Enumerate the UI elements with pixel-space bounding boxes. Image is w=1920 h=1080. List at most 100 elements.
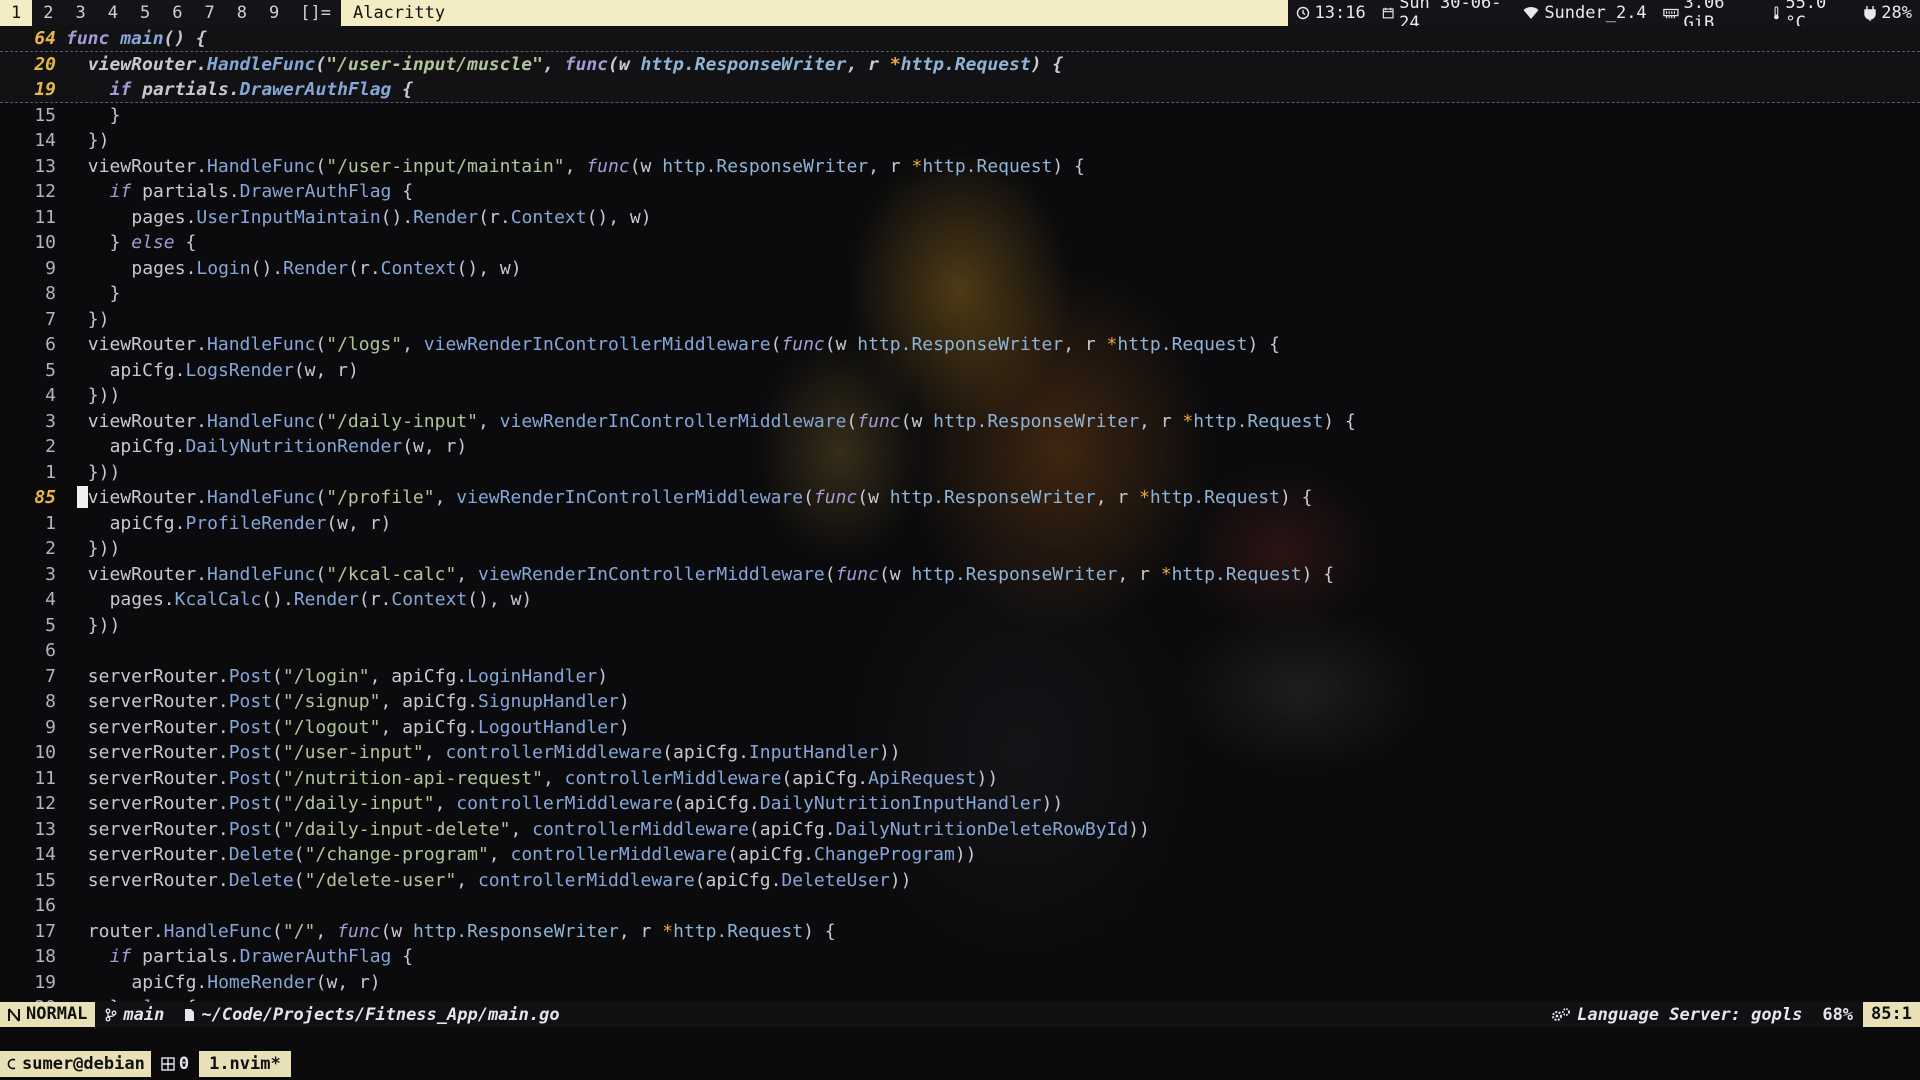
code-line[interactable]: 8} [0,281,1920,306]
workspace-4[interactable]: 4 [97,0,129,26]
code-line[interactable]: 7 serverRouter.Post("/login", apiCfg.Logi… [0,664,1920,689]
code-token: { [391,946,414,967]
code-line[interactable]: 11 pages.UserInputMaintain().Render(r.Con… [0,205,1920,230]
code-token: , r [1063,334,1107,355]
code-line[interactable]: 2 apiCfg.DailyNutritionRender(w, r) [0,434,1920,459]
code-token: (w [857,487,890,508]
code-token: ( [272,767,283,789]
code-token: viewRouter. [87,155,208,177]
workspace-9[interactable]: 9 [258,0,290,26]
line-number: 85 [34,487,56,508]
editor-buffer[interactable]: 64 func main() {20 viewRouter.HandleFunc("… [0,26,1920,1018]
code-line[interactable]: 15 serverRouter.Delete("/delete-user", co… [0,868,1920,893]
code-line[interactable]: 9 serverRouter.Post("/logout", apiCfg.Log… [0,715,1920,740]
battery-widget[interactable]: 28% [1856,3,1920,23]
wifi-widget[interactable]: Sunder_2.4 [1515,3,1654,23]
code-token: , r [618,920,663,942]
memory-icon [1662,8,1679,19]
code-text: pages.KcalCalc().Render(r.Context(), w) [110,587,533,612]
code-line[interactable]: 2})) [0,536,1920,561]
code-text: viewRouter.HandleFunc("/logs", viewRende… [88,332,1280,357]
code-line[interactable]: 11 serverRouter.Post("/nutrition-api-requ… [0,766,1920,791]
git-branch[interactable]: main [95,1005,174,1025]
tmux-panes[interactable]: 0 [161,1054,189,1074]
sticky-context-line[interactable]: 64 func main() { [0,26,1920,52]
code-line[interactable]: 7}) [0,307,1920,332]
code-token: controllerMiddleware [477,869,695,891]
workspace-5[interactable]: 5 [129,0,161,26]
code-line[interactable]: 5})) [0,613,1920,638]
code-line[interactable]: 1 apiCfg.ProfileRender(w, r) [0,511,1920,536]
code-line[interactable]: 6 viewRouter.HandleFunc("/logs", viewRend… [0,332,1920,357]
code-line[interactable]: 12 serverRouter.Post("/daily-input", cont… [0,791,1920,816]
workspace-2[interactable]: 2 [32,0,64,26]
code-token: Context [510,206,587,228]
code-token: ) { [1030,53,1064,75]
code-line[interactable]: 16 [0,893,1920,918]
code-text: serverRouter.Delete("/delete-user", cont… [88,868,912,893]
code-token: Delete [228,869,294,891]
workspace-1[interactable]: 1 [0,0,33,26]
lsp-status[interactable]: Language Server: gopls [1541,1005,1812,1025]
tmux-window-tab[interactable]: 1.nvim* [199,1051,291,1077]
line-number: 64 [34,28,56,49]
code-token: SignupHandler [477,691,619,712]
code-token: (apiCfg. [781,767,869,789]
code-line[interactable]: 6 [0,638,1920,663]
clock-widget[interactable]: 13:16 [1288,3,1374,23]
sticky-context-line[interactable]: 20 viewRouter.HandleFunc("/user-input/mus… [0,51,1920,78]
code-line[interactable]: 9 pages.Login().Render(r.Context(), w) [0,256,1920,281]
code-line[interactable]: 3 viewRouter.HandleFunc("/daily-input", v… [0,409,1920,434]
code-line[interactable]: 8 serverRouter.Post("/signup", apiCfg.Sig… [0,689,1920,714]
top-bar: 123456789 []= Alacritty 13:16 Sun 30-06-… [0,0,1920,33]
code-text: }) [88,307,110,332]
code-line[interactable]: 13 serverRouter.Post("/daily-input-delete… [0,817,1920,842]
layout-indicator[interactable]: []= [290,3,341,23]
file-path[interactable]: ~/Code/Projects/Fitness_App/main.go [174,1005,569,1025]
code-line[interactable]: 85 viewRouter.HandleFunc("/profile", view… [0,485,1920,510]
code-token: "/daily-input" [326,410,478,432]
code-line[interactable]: 15} [0,103,1920,128]
code-line[interactable]: 19 apiCfg.HomeRender(w, r) [0,970,1920,995]
code-token: () { [163,28,207,49]
workspace-3[interactable]: 3 [65,0,97,26]
code-token: ( [272,665,283,687]
code-line[interactable]: 17 router.HandleFunc("/", func(w http.Res… [0,919,1920,944]
code-line[interactable]: 1})) [0,460,1920,485]
code-token: http.Request [1149,487,1280,508]
code-token: http.ResponseWriter [857,334,1064,355]
code-line[interactable]: 5 apiCfg.LogsRender(w, r) [0,358,1920,383]
code-token: http.ResponseWriter [412,920,619,942]
workspace-8[interactable]: 8 [226,0,258,26]
code-line[interactable]: 14}) [0,128,1920,153]
code-token: DailyNutritionDeleteRowById [835,818,1129,840]
code-token: func [564,53,609,75]
code-line[interactable]: 10} else { [0,230,1920,255]
code-line[interactable]: 3 viewRouter.HandleFunc("/kcal-calc", vie… [0,562,1920,587]
code-token: , [402,334,424,355]
code-token: else [131,232,175,253]
code-token: ) { [803,920,836,942]
code-token: "/kcal-calc" [326,563,457,585]
code-line[interactable]: 14 serverRouter.Delete("/change-program",… [0,842,1920,867]
code-token: "/signup" [282,691,381,712]
line-number: 19 [34,79,56,100]
code-token: , [423,742,446,763]
code-line[interactable]: 10 serverRouter.Post("/user-input", contr… [0,740,1920,765]
code-token: http.Request [1117,334,1248,355]
workspace-6[interactable]: 6 [161,0,193,26]
workspace-7[interactable]: 7 [194,0,226,26]
code-line[interactable]: 12 if partials.DrawerAuthFlag { [0,179,1920,204]
sticky-context-line[interactable]: 19 if partials.DrawerAuthFlag { [0,77,1920,103]
code-line[interactable]: 18 if partials.DrawerAuthFlag { [0,944,1920,969]
code-token: )) [889,869,912,891]
code-token: , r [1095,487,1140,508]
battery-text: 28% [1881,3,1912,23]
code-token: (w [380,920,413,942]
tmux-session[interactable]: sumer@debian [0,1051,151,1077]
code-line[interactable]: 4 pages.KcalCalc().Render(r.Context(), w) [0,587,1920,612]
code-token: DailyNutritionInputHandler [759,793,1042,814]
code-token: if [109,946,143,967]
code-line[interactable]: 13 viewRouter.HandleFunc("/user-input/mai… [0,154,1920,179]
code-line[interactable]: 4})) [0,383,1920,408]
